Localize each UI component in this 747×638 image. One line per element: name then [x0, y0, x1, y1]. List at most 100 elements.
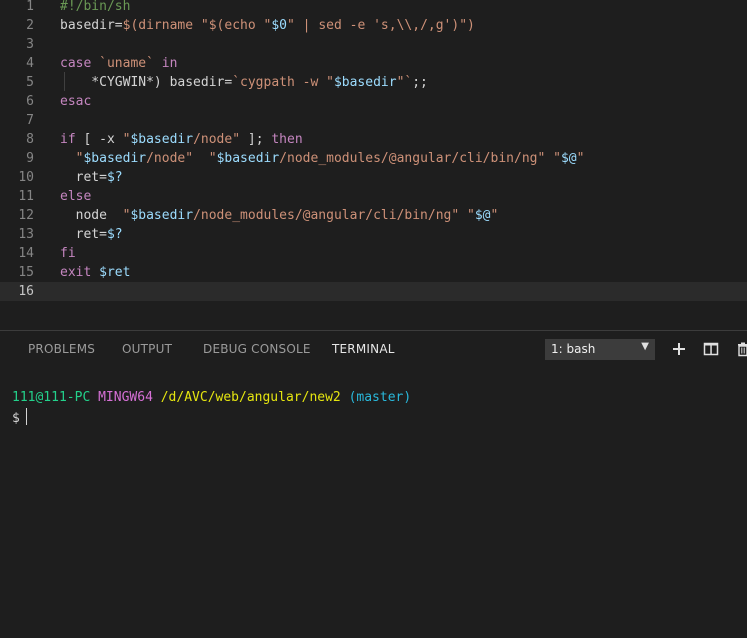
code-token: /node" [193, 132, 241, 147]
line-number: 7 [26, 113, 34, 128]
code-token: " [553, 151, 561, 166]
terminal-select-value: 1: bash [551, 342, 596, 356]
code-line[interactable]: 2 basedir=$(dirname "$(echo "$0" | sed -e… [0, 16, 747, 35]
code-token: if [60, 132, 76, 147]
code-line[interactable]: 8 if [ -x "$basedir/node" ]; then [0, 130, 747, 149]
code-text: ret=$? [60, 225, 123, 244]
code-token: case [60, 56, 92, 71]
code-text: basedir=$(dirname "$(echo "$0" | sed -e … [60, 16, 475, 35]
code-token: " [467, 208, 475, 223]
code-line[interactable]: 4 case `uname` in [0, 54, 747, 73]
terminal-branch: (master) [348, 390, 412, 405]
line-number: 2 [26, 18, 34, 33]
code-token: $basedir [333, 75, 397, 90]
code-line[interactable]: 12 node " $basedir/node_modules/@angular/… [0, 206, 747, 225]
code-token: node [60, 208, 123, 223]
line-number: 13 [18, 227, 34, 242]
code-line[interactable]: 11 else [0, 187, 747, 206]
code-text: node " $basedir/node_modules/@angular/cli… [60, 206, 499, 225]
tab-problems[interactable]: PROBLEMS [28, 342, 95, 356]
code-token: in [161, 56, 178, 71]
code-line[interactable]: 13 ret=$? [0, 225, 747, 244]
code-editor[interactable]: 1 #!/bin/sh 2 basedir=$(dirname "$(echo "$0… [0, 0, 747, 330]
code-token: $0 [271, 18, 288, 33]
code-text: *CYGWIN*) basedir=`cygpath -w "$basedir"… [60, 73, 428, 92]
code-line[interactable]: 9 "$basedir/node" "$basedir/node_modules… [0, 149, 747, 168]
code-token: $ret [99, 265, 131, 280]
code-token: /node_modules/@angular/cli/bin/ng" [193, 208, 460, 223]
trash-icon[interactable] [735, 341, 747, 357]
code-token: " [208, 151, 217, 166]
code-token: "$(echo " [200, 18, 272, 33]
terminal-prompt-info: 111@111-PC MINGW64 /d/AVC/web/angular/ne… [12, 388, 411, 408]
code-token: $basedir [216, 151, 280, 166]
line-number: 1 [26, 0, 34, 14]
line-number: 10 [18, 170, 34, 185]
code-line[interactable]: 5 *CYGWIN*) basedir=`cygpath -w "$basedi… [0, 73, 747, 92]
code-text: #!/bin/sh [60, 0, 130, 16]
code-text: fi [60, 244, 76, 263]
code-token: *CYGWIN*) basedir= [60, 75, 233, 90]
terminal-output[interactable]: 111@111-PC MINGW64 /d/AVC/web/angular/ne… [0, 388, 747, 637]
code-text: esac [60, 92, 91, 111]
code-token: esac [60, 94, 92, 109]
code-token: " [490, 208, 499, 223]
code-text: ret=$? [60, 168, 123, 187]
code-line[interactable]: 6 esac [0, 92, 747, 111]
terminal-input-line[interactable]: $ [12, 408, 27, 429]
tab-terminal[interactable]: TERMINAL [332, 342, 395, 356]
code-token: /node" [146, 151, 194, 166]
code-token: $? [106, 227, 123, 242]
code-token: "` [396, 75, 413, 90]
plus-icon[interactable] [671, 341, 687, 357]
code-token: ]; [240, 132, 272, 147]
code-line[interactable]: 14 fi [0, 244, 747, 263]
terminal-cursor [25, 408, 27, 425]
code-line[interactable]: 16 [0, 282, 747, 301]
line-number: 14 [18, 246, 34, 261]
code-line[interactable]: 1 #!/bin/sh [0, 0, 747, 16]
code-token: exit [60, 265, 100, 280]
line-number: 15 [18, 265, 34, 280]
code-text: "$basedir/node" "$basedir/node_modules/@… [60, 149, 585, 168]
terminal-path: /d/AVC/web/angular/new2 [160, 390, 341, 405]
code-line[interactable]: 10 ret=$? [0, 168, 747, 187]
line-number: 9 [26, 151, 34, 166]
code-token: [ -x [75, 132, 123, 147]
code-token: $(dirname [122, 18, 201, 33]
line-number: 6 [26, 94, 34, 109]
tab-debug-console[interactable]: DEBUG CONSOLE [203, 342, 311, 356]
line-number: 16 [18, 284, 34, 299]
code-token: `uname` [91, 56, 162, 71]
code-line[interactable]: 15 exit $ret [0, 263, 747, 282]
code-text: exit $ret [60, 263, 130, 282]
code-token: ret= [60, 227, 107, 242]
code-token: else [60, 189, 92, 204]
code-token: $basedir [83, 151, 147, 166]
terminal-select[interactable]: 1: bash ▼ [545, 339, 655, 360]
tab-output[interactable]: OUTPUT [122, 342, 172, 356]
code-token: then [271, 132, 303, 147]
line-number: 8 [26, 132, 34, 147]
code-token: basedir= [60, 18, 123, 33]
terminal-env: MINGW64 [98, 390, 153, 405]
code-line[interactable]: 7 [0, 111, 747, 130]
code-token: " | sed -e 's,\\,/,g')") [287, 18, 475, 33]
line-number: 3 [26, 37, 34, 52]
code-token: `cygpath -w " [232, 75, 334, 90]
code-line[interactable]: 3 [0, 35, 747, 54]
code-token: ;; [412, 75, 428, 90]
terminal-prompt-symbol: $ [12, 411, 20, 426]
code-token: $basedir [130, 208, 194, 223]
code-text: if [ -x "$basedir/node" ]; then [60, 130, 303, 149]
code-text: else [60, 187, 91, 206]
code-text: case `uname` in [60, 54, 177, 73]
code-token: /node_modules/@angular/cli/bin/ng" [279, 151, 546, 166]
code-token: ret= [60, 170, 107, 185]
split-icon[interactable] [703, 341, 719, 357]
line-number: 5 [26, 75, 34, 90]
